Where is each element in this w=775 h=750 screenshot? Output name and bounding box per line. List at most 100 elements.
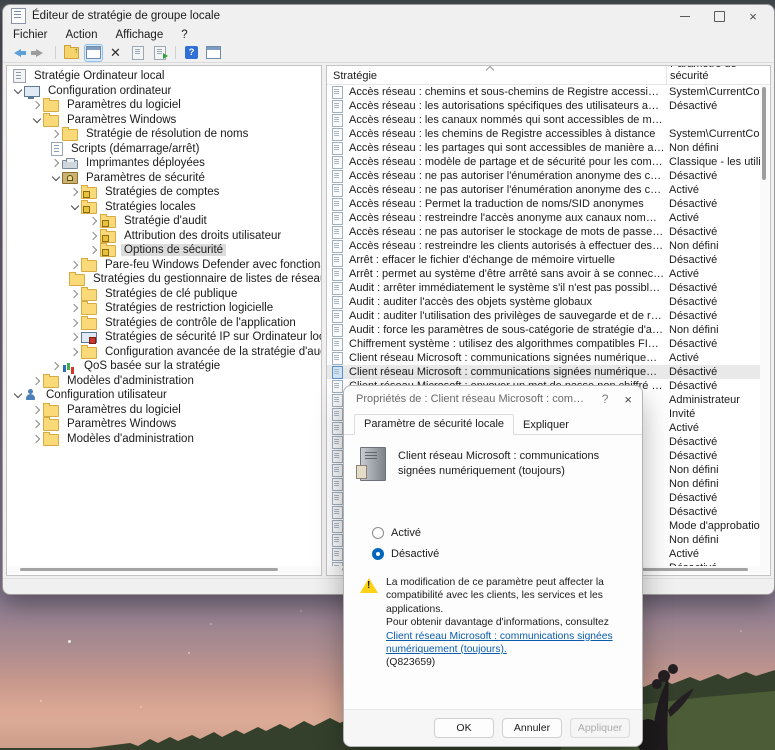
policy-row[interactable]: Accès réseau : restreindre les clients a… bbox=[327, 239, 760, 253]
tree-item[interactable]: Paramètres du logiciel bbox=[7, 98, 321, 113]
tree-item[interactable]: Configuration avancée de la stratégie d'… bbox=[7, 345, 321, 360]
dialog-help-button[interactable]: ? bbox=[602, 392, 609, 406]
tree-item[interactable]: Stratégie de résolution de noms bbox=[7, 127, 321, 142]
radio-option-selected[interactable]: Désactivé bbox=[372, 548, 626, 560]
column-strategie[interactable]: Stratégie bbox=[327, 70, 666, 84]
column-parametre[interactable]: Paramètre de sécurité bbox=[666, 65, 770, 84]
chevron-right-icon[interactable] bbox=[88, 233, 100, 239]
tree-item[interactable]: Stratégies de contrôle de l'application bbox=[7, 316, 321, 331]
tree-item[interactable]: Modèles d'administration bbox=[7, 432, 321, 447]
dialog-close-button[interactable]: × bbox=[624, 392, 632, 407]
scrollbar-thumb[interactable] bbox=[20, 568, 278, 571]
policy-row[interactable]: Accès réseau : les canaux nommés qui son… bbox=[327, 113, 760, 127]
policy-help-link[interactable]: Client réseau Microsoft : communications… bbox=[386, 631, 613, 655]
tree-item[interactable]: Modèles d'administration bbox=[7, 374, 321, 389]
tab-expliquer[interactable]: Expliquer bbox=[514, 416, 578, 435]
radio-option-unselected[interactable]: Activé bbox=[372, 527, 626, 539]
tree-item[interactable]: Stratégies de clé publique bbox=[7, 287, 321, 302]
tree-item[interactable]: Scripts (démarrage/arrêt) bbox=[7, 142, 321, 157]
chevron-right-icon[interactable] bbox=[69, 262, 81, 268]
close-button[interactable]: × bbox=[736, 6, 770, 26]
minimize-button[interactable] bbox=[668, 6, 702, 26]
chevron-right-icon[interactable] bbox=[69, 349, 81, 355]
export-list-button[interactable] bbox=[151, 45, 168, 61]
chevron-right-icon[interactable] bbox=[31, 421, 43, 427]
tree-item[interactable]: Stratégie Ordinateur local bbox=[7, 69, 321, 84]
policy-row[interactable]: Accès réseau : restreindre l'accès anony… bbox=[327, 211, 760, 225]
policy-row[interactable]: Accès réseau : les chemins de Registre a… bbox=[327, 127, 760, 141]
policy-row[interactable]: Audit : auditer l'utilisation des privil… bbox=[327, 309, 760, 323]
new-window-button[interactable] bbox=[205, 45, 222, 61]
tree-item[interactable]: Configuration utilisateur bbox=[7, 388, 321, 403]
maximize-button[interactable] bbox=[702, 6, 736, 26]
chevron-right-icon[interactable] bbox=[50, 363, 62, 369]
tree-item[interactable]: Pare-feu Windows Defender avec fonctions… bbox=[7, 258, 321, 273]
policy-row[interactable]: Accès réseau : les partages qui sont acc… bbox=[327, 141, 760, 155]
tree-item[interactable]: Stratégies de comptes bbox=[7, 185, 321, 200]
policy-row[interactable]: Accès réseau : chemins et sous-chemins d… bbox=[327, 85, 760, 99]
chevron-right-icon[interactable] bbox=[69, 305, 81, 311]
chevron-down-icon[interactable] bbox=[31, 118, 43, 122]
tree-item[interactable]: Options de sécurité bbox=[7, 243, 321, 258]
tree-item[interactable]: Stratégies de restriction logicielle bbox=[7, 301, 321, 316]
chevron-right-icon[interactable] bbox=[88, 247, 100, 253]
chevron-right-icon[interactable] bbox=[31, 102, 43, 108]
chevron-right-icon[interactable] bbox=[69, 320, 81, 326]
apply-button[interactable]: Appliquer bbox=[570, 718, 630, 738]
tree-item[interactable]: Configuration ordinateur bbox=[7, 84, 321, 99]
menu-affichage[interactable]: Affichage bbox=[115, 29, 163, 41]
chevron-right-icon[interactable] bbox=[69, 189, 81, 195]
forward-button[interactable] bbox=[31, 45, 48, 61]
chevron-down-icon[interactable] bbox=[50, 176, 62, 180]
show-console-tree-button[interactable] bbox=[85, 45, 102, 61]
chevron-right-icon[interactable] bbox=[69, 291, 81, 297]
radio-checked-icon[interactable] bbox=[372, 548, 384, 560]
chevron-right-icon[interactable] bbox=[31, 436, 43, 442]
tree-item[interactable]: Stratégies de sécurité IP sur Ordinateur… bbox=[7, 330, 321, 345]
tree-item[interactable]: Paramètres Windows bbox=[7, 113, 321, 128]
chevron-down-icon[interactable] bbox=[69, 205, 81, 209]
back-button[interactable] bbox=[9, 45, 26, 61]
scrollbar-thumb[interactable] bbox=[762, 87, 766, 180]
policy-row[interactable]: Chiffrement système : utilisez des algor… bbox=[327, 337, 760, 351]
policy-row[interactable]: Audit : arrêter immédiatement le système… bbox=[327, 281, 760, 295]
tree-item[interactable]: Paramètres de sécurité bbox=[7, 171, 321, 186]
cancel-button[interactable]: Annuler bbox=[502, 718, 562, 738]
tab-parametre-securite-locale[interactable]: Paramètre de sécurité locale bbox=[354, 414, 514, 435]
chevron-down-icon[interactable] bbox=[12, 89, 24, 93]
chevron-down-icon[interactable] bbox=[12, 393, 24, 397]
up-one-level-button[interactable] bbox=[63, 45, 80, 61]
chevron-right-icon[interactable] bbox=[31, 378, 43, 384]
policy-row[interactable]: Arrêt : permet au système d'être arrêté … bbox=[327, 267, 760, 281]
tree-item[interactable]: Stratégies locales bbox=[7, 200, 321, 215]
tree-item[interactable]: Paramètres du logiciel bbox=[7, 403, 321, 418]
help-button[interactable]: ? bbox=[183, 45, 200, 61]
properties-button[interactable] bbox=[129, 45, 146, 61]
policy-row[interactable]: Audit : auditer l'accès des objets systè… bbox=[327, 295, 760, 309]
ok-button[interactable]: OK bbox=[434, 718, 494, 738]
chevron-right-icon[interactable] bbox=[50, 131, 62, 137]
policy-row[interactable]: Accès réseau : Permet la traduction de n… bbox=[327, 197, 760, 211]
policy-row[interactable]: Audit : force les paramètres de sous-cat… bbox=[327, 323, 760, 337]
tree-item[interactable]: Attribution des droits utilisateur bbox=[7, 229, 321, 244]
chevron-right-icon[interactable] bbox=[31, 407, 43, 413]
menu-aide[interactable]: ? bbox=[181, 29, 187, 41]
policy-row[interactable]: Arrêt : effacer le fichier d'échange de … bbox=[327, 253, 760, 267]
policy-row[interactable]: Client réseau Microsoft : communications… bbox=[327, 351, 760, 365]
chevron-right-icon[interactable] bbox=[88, 218, 100, 224]
tree-item[interactable]: QoS basée sur la stratégie bbox=[7, 359, 321, 374]
menu-action[interactable]: Action bbox=[66, 29, 98, 41]
policy-row[interactable]: Accès réseau : les autorisations spécifi… bbox=[327, 99, 760, 113]
policy-row[interactable]: Accès réseau : ne pas autoriser l'énumér… bbox=[327, 183, 760, 197]
delete-button[interactable]: ✕ bbox=[107, 45, 124, 61]
radio-unchecked-icon[interactable] bbox=[372, 527, 384, 539]
policy-row[interactable]: Accès réseau : ne pas autoriser l'énumér… bbox=[327, 169, 760, 183]
policy-row[interactable]: Client réseau Microsoft : communications… bbox=[327, 365, 760, 379]
policy-row[interactable]: Accès réseau : ne pas autoriser le stock… bbox=[327, 225, 760, 239]
tree-item[interactable]: Paramètres Windows bbox=[7, 417, 321, 432]
tree-horizontal-scrollbar[interactable] bbox=[8, 566, 320, 574]
tree-item[interactable]: Stratégies du gestionnaire de listes de … bbox=[7, 272, 321, 287]
tree-item[interactable]: Imprimantes déployées bbox=[7, 156, 321, 171]
chevron-right-icon[interactable] bbox=[69, 334, 81, 340]
list-vertical-scrollbar[interactable] bbox=[760, 85, 769, 566]
